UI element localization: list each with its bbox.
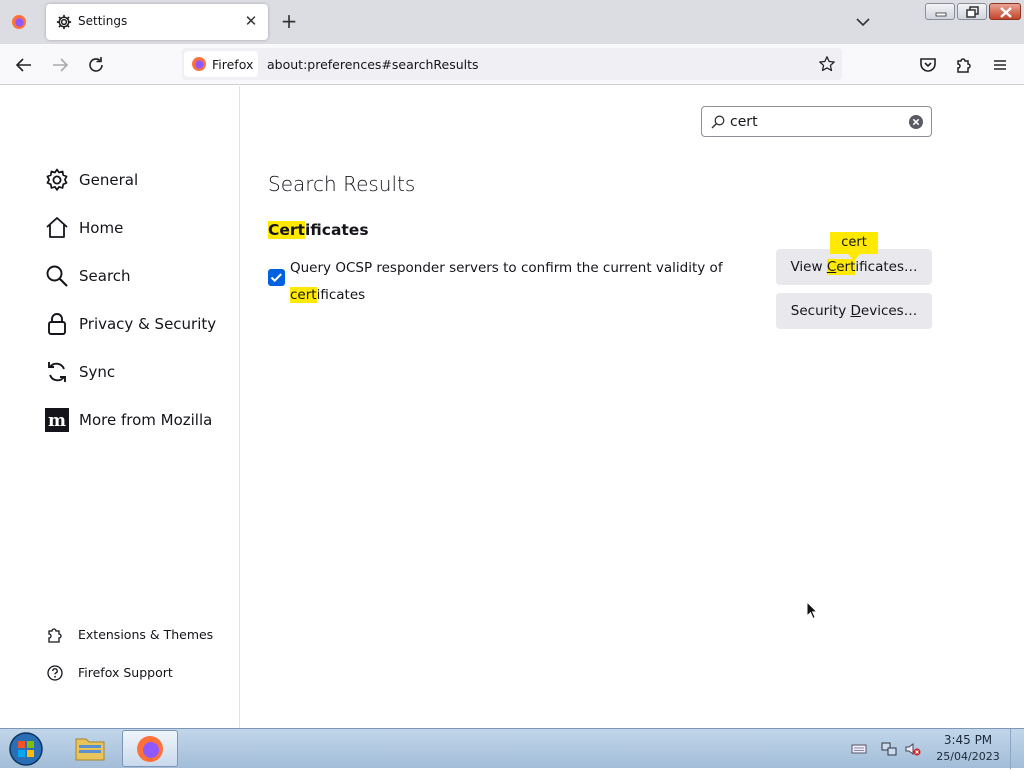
- url-bar[interactable]: Firefox about:preferences#searchResults: [182, 48, 842, 80]
- sync-icon: [48, 362, 66, 382]
- button-text-pre: Security: [790, 303, 851, 319]
- category-label: Home: [79, 219, 124, 237]
- back-arrow-icon[interactable]: [12, 53, 36, 77]
- new-tab-button[interactable]: +: [278, 11, 300, 33]
- footer-link-label: Firefox Support: [78, 665, 173, 680]
- category-label: More from Mozilla: [79, 411, 213, 429]
- tab-settings[interactable]: Settings ✕: [46, 4, 268, 40]
- ocsp-checkbox-label[interactable]: Query OCSP responder servers to confirm …: [290, 255, 760, 309]
- search-highlight: cert: [290, 287, 317, 303]
- taskbar-file-explorer[interactable]: [62, 730, 118, 767]
- tab-strip: Settings ✕ +: [0, 0, 1024, 44]
- window-minimize-button[interactable]: [925, 3, 955, 20]
- clock-time[interactable]: 3:45 PM: [935, 733, 1001, 747]
- lock-icon: [48, 313, 66, 335]
- button-text-post: ificates…: [855, 259, 918, 275]
- footer-link-label: Extensions & Themes: [78, 627, 214, 642]
- category-more-from-mozilla[interactable]: m More from Mozilla: [44, 405, 234, 437]
- button-text-pre: View: [790, 259, 827, 275]
- identity-label: Firefox: [212, 57, 254, 72]
- navigation-toolbar: Firefox about:preferences#searchResults: [0, 44, 1024, 85]
- highlight-rest: ert: [836, 259, 856, 275]
- window-close-button[interactable]: [989, 3, 1021, 20]
- category-label: General: [79, 171, 139, 189]
- magnifier-icon: [46, 265, 68, 287]
- ocsp-label-rest: ificates: [316, 287, 366, 303]
- search-match-tooltip: cert: [830, 232, 878, 261]
- search-highlight: Cert: [826, 259, 856, 275]
- category-label: Sync: [79, 363, 116, 381]
- hamburger-menu-icon[interactable]: [988, 53, 1012, 77]
- windows-start-icon[interactable]: [6, 731, 46, 767]
- reload-icon[interactable]: [84, 53, 108, 77]
- clear-icon[interactable]: [908, 114, 924, 130]
- accesskey: D: [850, 303, 861, 319]
- pocket-icon[interactable]: [916, 53, 940, 77]
- security-devices-button[interactable]: Security Devices…: [776, 293, 932, 329]
- search-input[interactable]: [730, 112, 900, 132]
- category-sidebar: General Home Search Privacy & Security S…: [0, 86, 240, 728]
- category-general[interactable]: General: [44, 165, 234, 197]
- category-label: Search: [79, 267, 131, 285]
- puzzle-icon: [48, 628, 62, 643]
- windows-taskbar: 3:45 PM 25/04/2023: [0, 728, 1024, 769]
- category-home[interactable]: Home: [44, 213, 234, 245]
- heading-rest: ificates: [304, 221, 369, 239]
- search-results-heading: Search Results: [268, 172, 416, 196]
- identity-box[interactable]: Firefox: [184, 51, 258, 77]
- chevron-down-icon[interactable]: [853, 12, 873, 32]
- firefox-logo-icon: [192, 57, 206, 71]
- keyboard-icon[interactable]: [851, 741, 867, 757]
- home-icon: [46, 217, 68, 238]
- tab-title: Settings: [78, 14, 128, 28]
- volume-muted-icon[interactable]: [905, 741, 921, 757]
- firefox-support-link[interactable]: Firefox Support: [46, 662, 236, 684]
- category-label: Privacy & Security: [79, 315, 217, 333]
- accesskey: C: [826, 259, 837, 275]
- help-icon: [47, 665, 63, 681]
- star-icon[interactable]: [818, 55, 836, 73]
- category-search[interactable]: Search: [44, 261, 234, 293]
- mozilla-m-icon: m: [45, 408, 69, 432]
- firefox-logo-icon: [137, 736, 163, 762]
- svg-text:m: m: [48, 411, 66, 431]
- search-icon: [711, 115, 725, 129]
- checkmark-icon: [270, 273, 282, 283]
- network-icon[interactable]: [881, 741, 897, 757]
- puzzle-icon[interactable]: [952, 53, 976, 77]
- close-tab-icon[interactable]: ✕: [242, 12, 260, 30]
- preferences-search-box[interactable]: [701, 106, 932, 137]
- firefox-logo-icon[interactable]: [11, 14, 27, 30]
- taskbar-firefox[interactable]: [122, 730, 178, 767]
- category-privacy-security[interactable]: Privacy & Security: [44, 309, 234, 341]
- gear-icon: [56, 14, 72, 30]
- ocsp-label-lead: Query OCSP responder servers to confirm …: [290, 260, 723, 276]
- mouse-pointer-icon: [806, 601, 818, 620]
- button-text-post: evices…: [860, 303, 918, 319]
- preferences-page: General Home Search Privacy & Security S…: [0, 86, 1024, 728]
- category-sync[interactable]: Sync: [44, 357, 234, 389]
- show-desktop-button[interactable]: [1010, 729, 1024, 769]
- url-text[interactable]: about:preferences#searchResults: [267, 57, 479, 72]
- certificates-group-heading: Certificates: [268, 221, 369, 239]
- window-restore-button[interactable]: [957, 3, 987, 20]
- search-highlight: Cert: [268, 221, 305, 239]
- forward-arrow-icon[interactable]: [48, 53, 72, 77]
- clock-date[interactable]: 25/04/2023: [935, 750, 1001, 763]
- folder-icon: [75, 738, 105, 761]
- gear-icon: [46, 168, 68, 191]
- ocsp-checkbox[interactable]: [268, 269, 285, 286]
- extensions-themes-link[interactable]: Extensions & Themes: [46, 624, 236, 646]
